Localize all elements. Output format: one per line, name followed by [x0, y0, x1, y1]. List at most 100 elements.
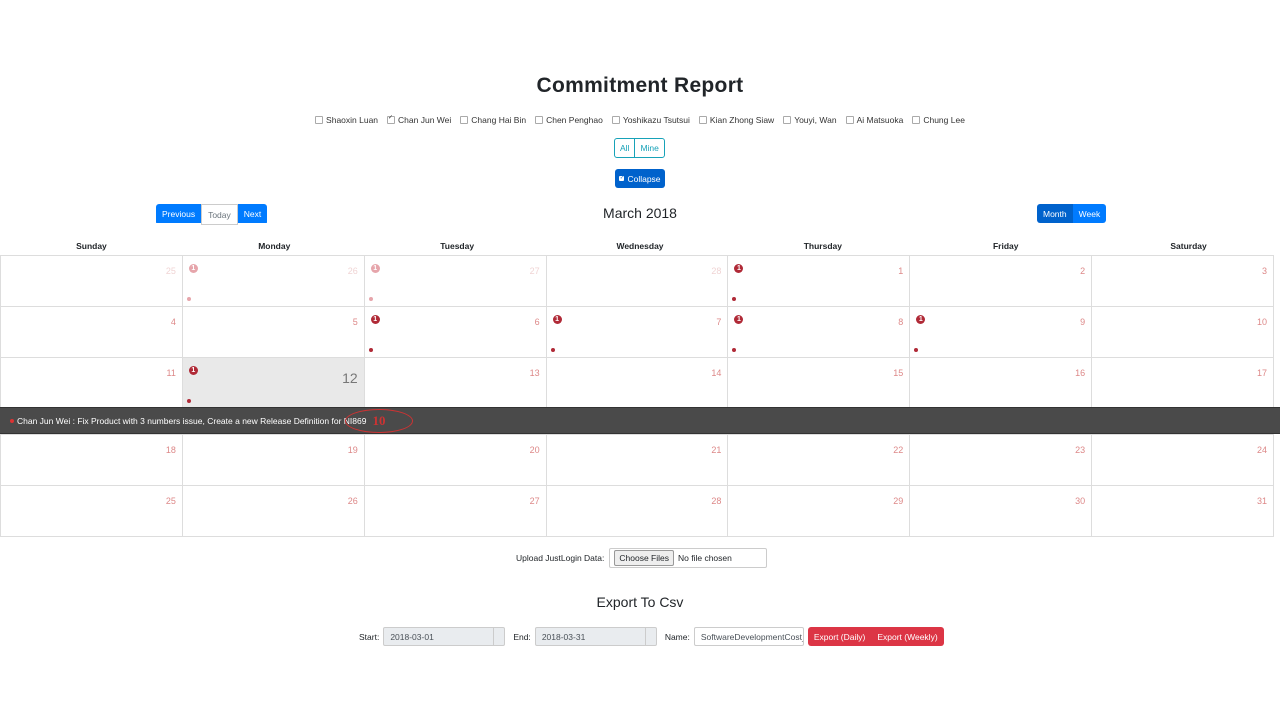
calendar-day-cell[interactable]: 29	[727, 485, 911, 537]
event-dot[interactable]	[732, 297, 737, 301]
event-count-badge[interactable]: 1	[370, 315, 380, 324]
calendar-week-row: 11 12 1 13 14 15 16 17	[0, 357, 1280, 409]
event-count-badge[interactable]: 1	[188, 366, 198, 375]
mine-button[interactable]: Mine	[634, 139, 663, 157]
person-filter-item[interactable]: Kian Zhong Siaw	[698, 115, 774, 125]
day-number: 11	[166, 368, 176, 378]
calendar-day-cell[interactable]: 91	[909, 306, 1093, 358]
event-count-badge[interactable]: 1	[552, 315, 562, 324]
name-input[interactable]: SoftwareDevelopmentCost_	[693, 627, 804, 646]
event-dot[interactable]	[914, 348, 919, 352]
calendar-day-cell[interactable]: 20	[363, 434, 547, 486]
event-text[interactable]: Chan Jun Wei : Fix Product with 3 number…	[17, 416, 366, 426]
person-checkbox[interactable]	[315, 116, 324, 124]
event-count-badge[interactable]: 1	[734, 264, 744, 273]
day-number: 2	[1080, 266, 1086, 276]
days-of-week-header: Sunday Monday Tuesday Wednesday Thursday Frid…	[0, 241, 1280, 251]
calendar-day-cell[interactable]: 4	[0, 306, 183, 358]
calendar-day-cell[interactable]: 3	[1091, 255, 1275, 307]
person-name: Yoshikazu Tsutsui	[622, 115, 690, 125]
expanded-event-bar[interactable]: Chan Jun Wei : Fix Product with 3 number…	[0, 407, 1280, 434]
calendar-day-cell[interactable]: 17	[1091, 357, 1275, 409]
start-date-input[interactable]: 2018-03-01	[383, 627, 506, 646]
calendar-day-cell[interactable]: 14	[545, 357, 729, 409]
person-filter-item[interactable]: Ai Matsuoka	[845, 115, 903, 125]
calendar-day-cell[interactable]: 27	[363, 485, 547, 537]
calendar-day-cell[interactable]: 11	[0, 357, 183, 409]
person-filter-item[interactable]: Chan Jun Wei	[387, 114, 451, 125]
export-weekly-button[interactable]: Export (Weekly)	[871, 627, 944, 646]
person-checkbox[interactable]	[535, 116, 544, 124]
calendar-day-cell[interactable]: 25	[0, 255, 183, 307]
calendar-day-cell[interactable]: 23	[909, 434, 1093, 486]
week-view-button[interactable]: Week	[1072, 204, 1107, 223]
month-view-button[interactable]: Month	[1037, 204, 1073, 223]
day-number: 19	[347, 445, 358, 455]
person-checkbox[interactable]	[460, 116, 469, 124]
event-count-badge[interactable]: 1	[370, 264, 380, 273]
calendar-day-cell[interactable]: 71	[545, 306, 729, 358]
end-date-input[interactable]: 2018-03-31	[534, 627, 657, 646]
file-input[interactable]: Choose Files No file chosen	[609, 548, 768, 568]
day-number: 4	[170, 317, 176, 327]
export-daily-button[interactable]: Export (Daily)	[807, 627, 872, 646]
person-checkbox[interactable]	[387, 114, 396, 124]
calendar-day-cell[interactable]: 19	[181, 434, 365, 486]
event-count-badge[interactable]: 1	[188, 264, 198, 273]
all-button[interactable]: All	[615, 139, 634, 157]
calendar-day-cell[interactable]: 15	[727, 357, 911, 409]
day-number: 26	[347, 266, 358, 276]
calendar-day-cell[interactable]: 22	[727, 434, 911, 486]
event-count-badge[interactable]: 1	[734, 315, 744, 324]
event-count-badge[interactable]: 1	[916, 315, 926, 324]
calendar-day-cell[interactable]: 21	[545, 434, 729, 486]
calendar-day-cell[interactable]: 24	[1091, 434, 1275, 486]
calendar-day-cell[interactable]: 10	[1091, 306, 1275, 358]
event-dot[interactable]	[368, 297, 373, 301]
calendar-day-cell[interactable]: 26	[181, 485, 365, 537]
event-dot[interactable]	[368, 348, 373, 352]
person-checkbox[interactable]	[912, 116, 921, 124]
day-of-week-header: Tuesday	[440, 241, 475, 251]
calendar-day-cell[interactable]: 16	[909, 357, 1093, 409]
calendar-day-cell[interactable]: 26 1	[181, 255, 365, 307]
calendar-day-today[interactable]: 12 1	[181, 357, 365, 409]
calendar-day-cell[interactable]: 31	[1091, 485, 1275, 537]
collapse-label: Collapse	[627, 173, 661, 184]
calendar-day-cell[interactable]: 25	[0, 485, 183, 537]
calendar-day-cell[interactable]: 28	[545, 255, 729, 307]
person-filter-item[interactable]: Chang Hai Bin	[460, 115, 526, 125]
person-checkbox[interactable]	[611, 116, 620, 124]
person-checkbox[interactable]	[783, 116, 792, 124]
calendar-day-cell[interactable]: 81	[727, 306, 911, 358]
event-dot[interactable]	[186, 399, 191, 403]
person-checkbox[interactable]	[698, 116, 707, 124]
person-filter-item[interactable]: Chen Penghao	[535, 115, 603, 125]
calendar-day-cell[interactable]: 18	[0, 434, 183, 486]
day-number: 9	[1080, 317, 1086, 327]
choose-files-button[interactable]: Choose Files	[614, 550, 674, 566]
day-number: 26	[347, 496, 358, 506]
calendar-day-cell[interactable]: 61	[363, 306, 547, 358]
person-checkbox[interactable]	[845, 116, 854, 124]
all-mine-toggle: All Mine	[614, 138, 665, 158]
collapse-button[interactable]: ✓ Collapse	[615, 169, 665, 188]
calendar-day-cell[interactable]: 11	[727, 255, 911, 307]
person-filter-item[interactable]: Youyi, Wan	[783, 115, 837, 125]
event-dot[interactable]	[550, 348, 555, 352]
calendar-day-cell[interactable]: 13	[363, 357, 547, 409]
calendar-day-cell[interactable]: 27 1	[363, 255, 547, 307]
calendar-day-cell[interactable]: 30	[909, 485, 1093, 537]
person-filter-item[interactable]: Shaoxin Luan	[315, 115, 378, 125]
event-dot[interactable]	[186, 297, 191, 301]
person-filter-item[interactable]: Yoshikazu Tsutsui	[611, 115, 690, 125]
day-number: 25	[165, 496, 176, 506]
calendar-day-cell[interactable]: 5	[181, 306, 365, 358]
day-number: 29	[893, 496, 904, 506]
calendar-day-cell[interactable]: 2	[909, 255, 1093, 307]
calendar-day-cell[interactable]: 28	[545, 485, 729, 537]
day-number: 14	[711, 368, 722, 378]
day-number: 1	[898, 266, 904, 276]
person-filter-item[interactable]: Chung Lee	[912, 115, 965, 125]
event-dot[interactable]	[732, 348, 737, 352]
